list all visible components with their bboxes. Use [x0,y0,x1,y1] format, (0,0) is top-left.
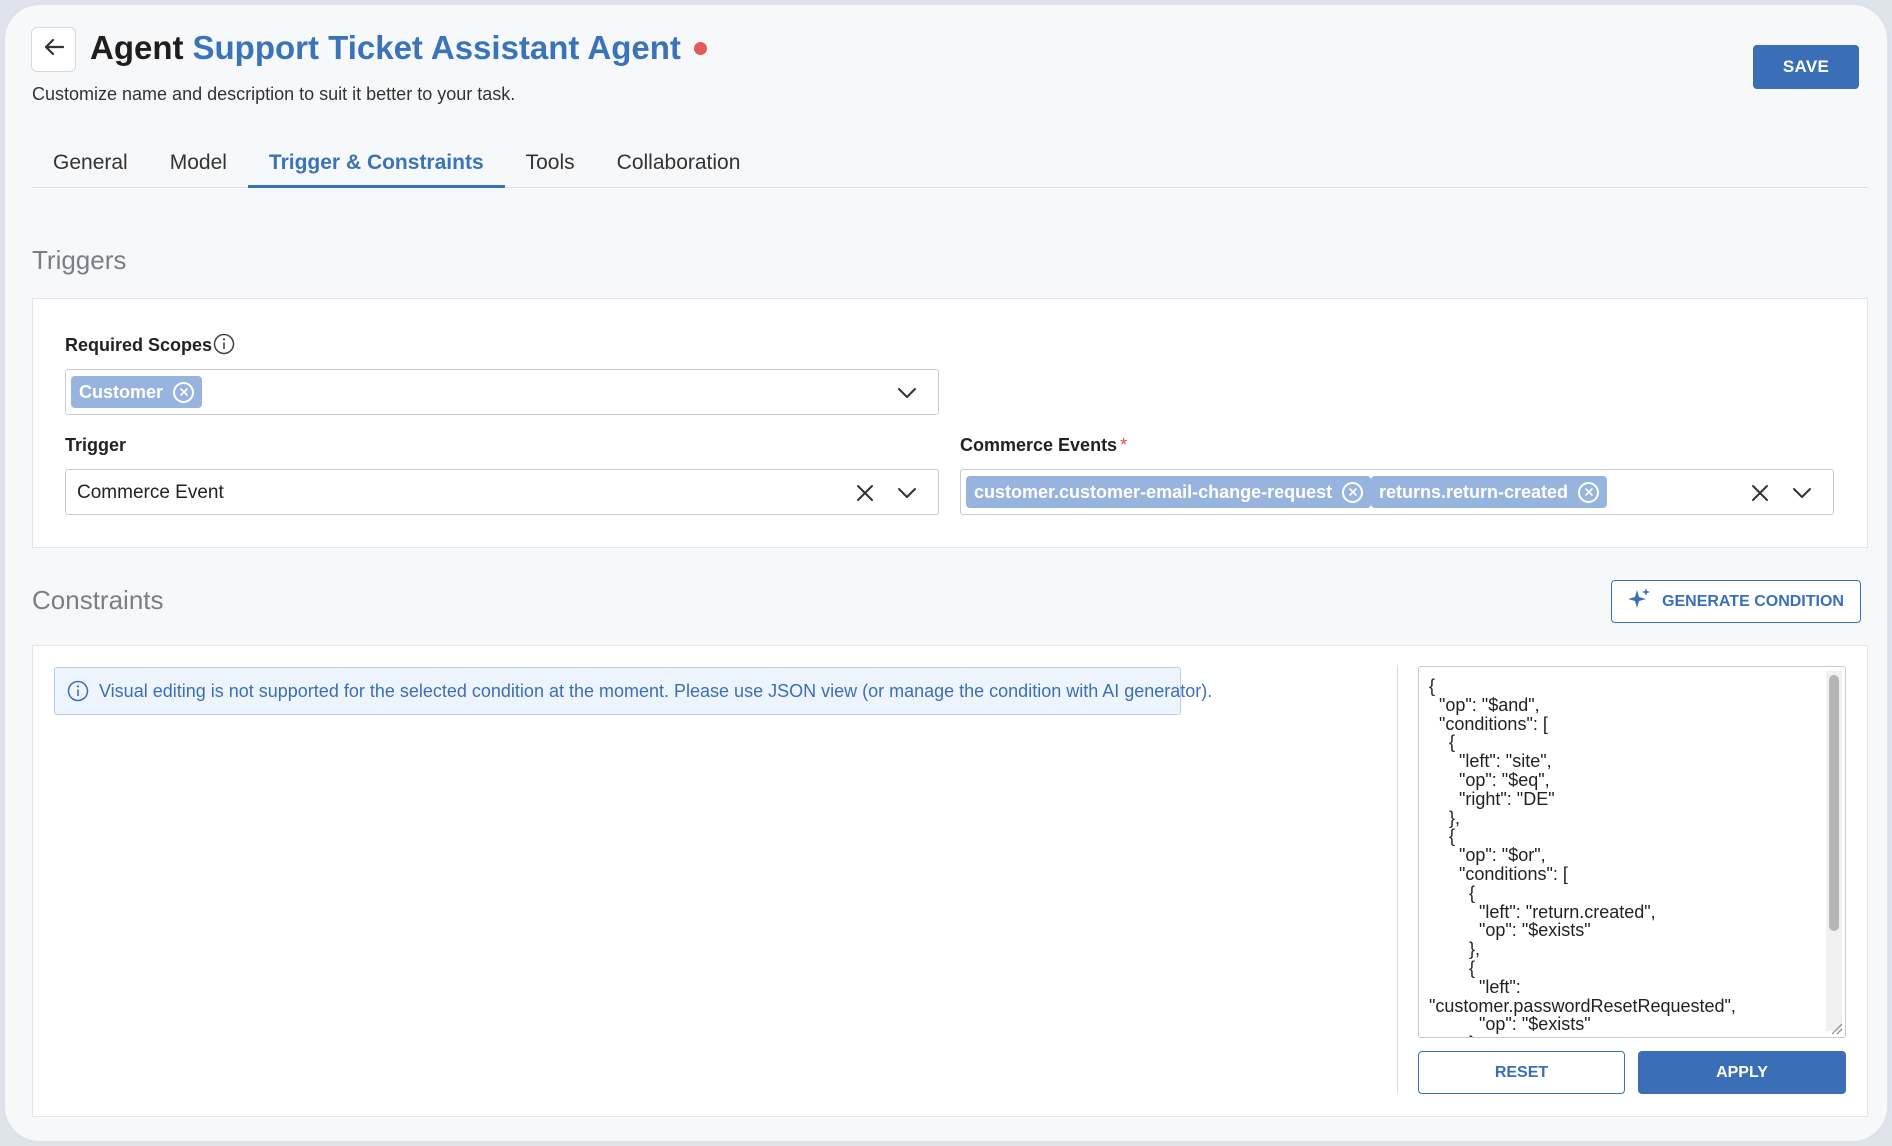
app-window: Agent Support Ticket Assistant Agent Cus… [2,2,1890,1144]
triggers-card: Required Scopes Customer Trigger Commerc… [32,298,1868,548]
trigger-select[interactable]: Commerce Event [65,469,939,515]
info-banner: Visual editing is not supported for the … [54,667,1212,715]
commerce-events-label: Commerce Events * [960,435,1128,455]
event-chip: returns.return-created [1371,476,1608,508]
agent-name[interactable]: Support Ticket Assistant Agent [193,29,681,67]
tab-collaboration[interactable]: Collaboration [596,145,762,188]
trigger-value: Commerce Event [77,482,224,503]
apply-button[interactable]: APPLY [1638,1051,1846,1094]
trigger-label: Trigger [65,435,127,455]
info-text: Visual editing is not supported for the … [99,680,1213,701]
tab-trigger-constraints[interactable]: Trigger & Constraints [247,145,505,188]
info-icon[interactable] [213,333,235,355]
sparkle-icon [1628,587,1652,616]
page-title: Agent Support Ticket Assistant Agent [90,29,707,67]
arrow-left-icon [43,36,65,63]
event-chip: customer.customer-email-change-request [966,476,1372,508]
scrollbar-thumb[interactable] [1829,675,1839,931]
info-icon [67,680,89,702]
scrollbar[interactable] [1826,671,1842,1031]
tab-tools[interactable]: Tools [505,145,596,188]
remove-chip-icon[interactable] [1342,481,1364,503]
page-subtitle: Customize name and description to suit i… [32,84,516,104]
constraints-card: Visual editing is not supported for the … [32,645,1868,1117]
triggers-heading: Triggers [32,245,127,275]
tab-general[interactable]: General [32,145,149,188]
remove-chip-icon[interactable] [173,381,195,403]
required-scopes-select[interactable]: Customer [65,369,939,415]
required-asterisk: * [1120,435,1128,455]
json-editor[interactable]: { "op": "$and", "conditions": [ { "left"… [1418,666,1846,1038]
clear-icon[interactable] [1749,482,1771,504]
required-scopes-label: Required Scopes [65,335,213,355]
constraints-heading: Constraints [32,585,164,615]
resize-handle-icon[interactable] [1829,1021,1843,1035]
chevron-down-icon[interactable] [896,482,918,504]
generate-condition-button[interactable]: GENERATE CONDITION [1611,580,1861,623]
chevron-down-icon[interactable] [896,382,918,404]
title-prefix: Agent [90,29,184,66]
chevron-down-icon[interactable] [1791,482,1813,504]
clear-icon[interactable] [854,482,876,504]
remove-chip-icon[interactable] [1578,481,1600,503]
commerce-events-select[interactable]: customer.customer-email-change-request r… [960,469,1834,515]
back-button[interactable] [31,27,76,72]
json-text[interactable]: { "op": "$and", "conditions": [ { "left"… [1429,677,1824,1037]
vertical-divider [1397,665,1398,1093]
scope-chip: Customer [71,376,203,408]
save-button[interactable]: SAVE [1753,45,1859,89]
tab-model[interactable]: Model [149,145,248,188]
tab-bar: General Model Trigger & Constraints Tool… [32,145,1868,188]
reset-button[interactable]: RESET [1418,1051,1625,1094]
unsaved-status-dot [693,41,707,55]
